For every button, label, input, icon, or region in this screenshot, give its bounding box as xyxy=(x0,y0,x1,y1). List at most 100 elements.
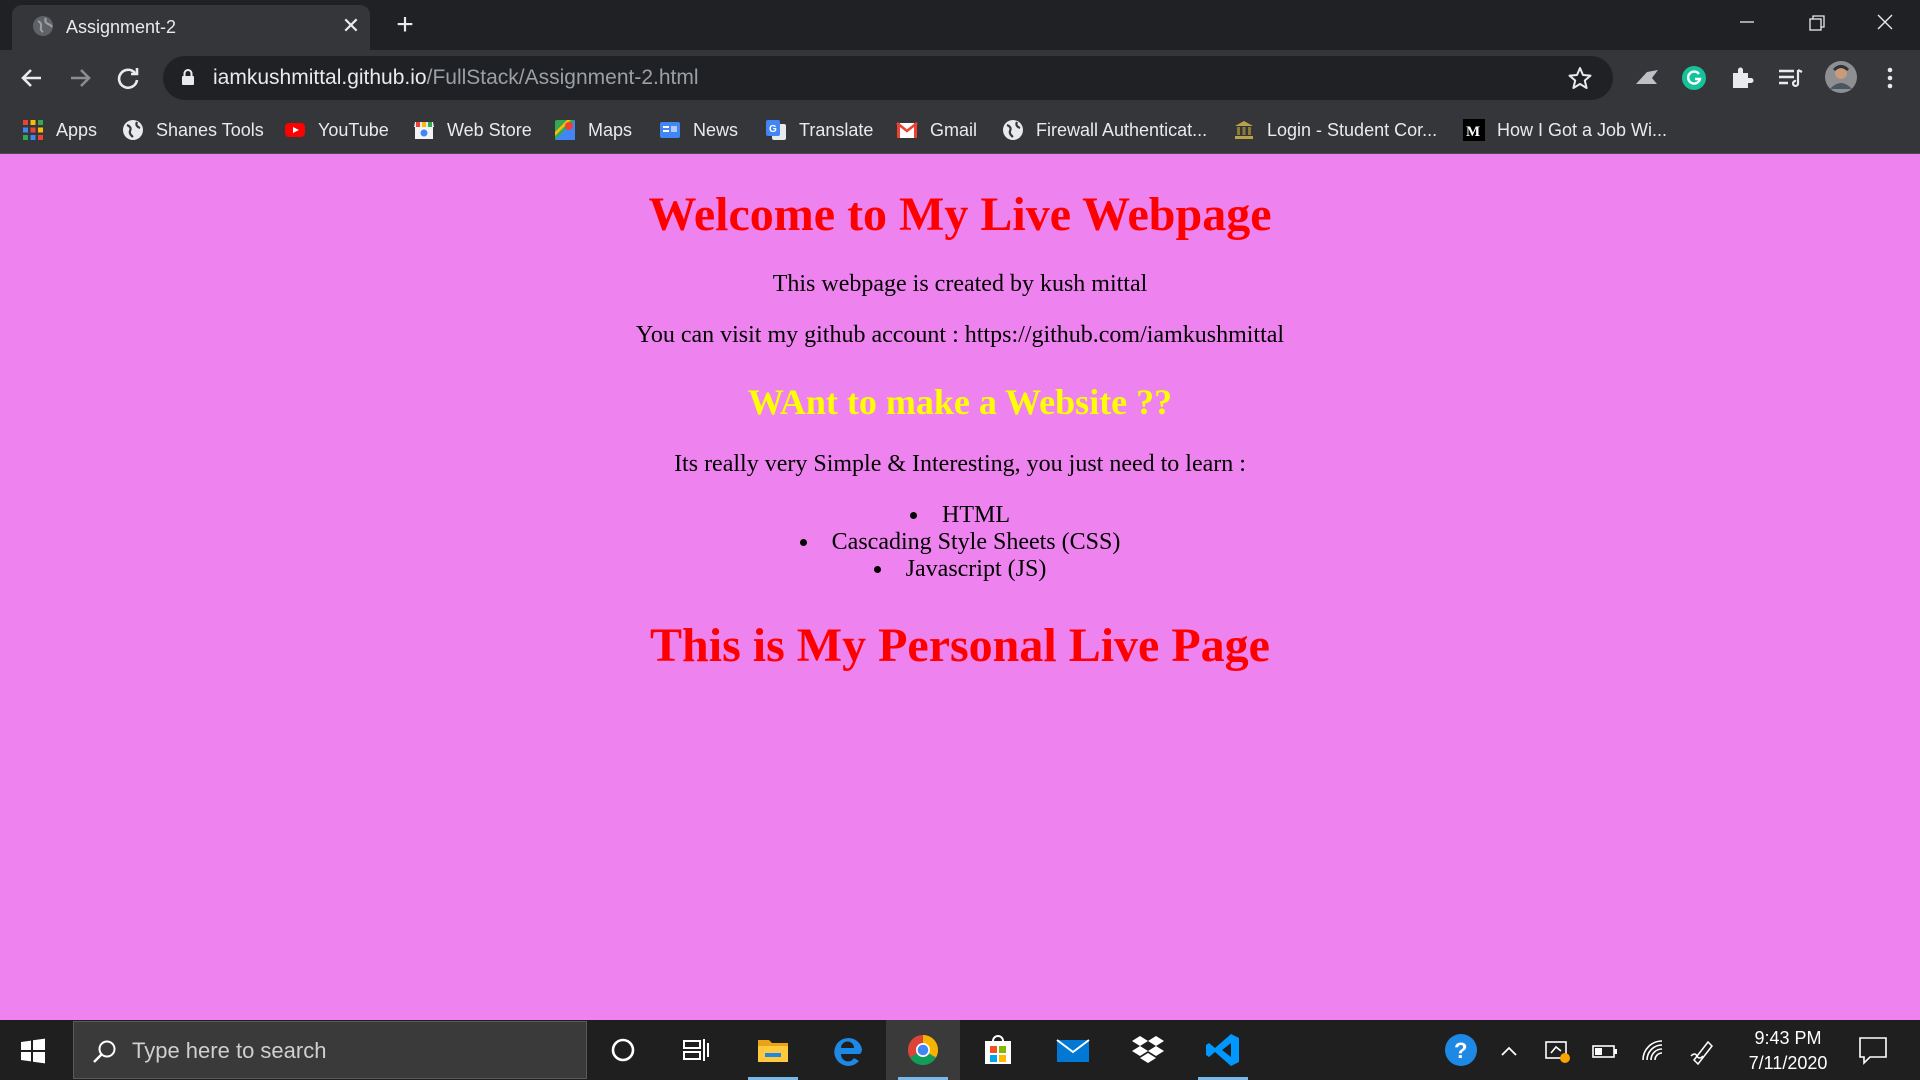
menu-kebab-icon[interactable] xyxy=(1876,64,1904,92)
restore-button[interactable] xyxy=(1792,4,1842,40)
bookmark-apps[interactable]: Apps xyxy=(22,116,97,144)
tab-assignment-2[interactable]: Assignment-2 ✕ xyxy=(12,5,370,50)
folder-icon xyxy=(758,1040,788,1062)
taskbar-search-box[interactable]: Type here to search xyxy=(73,1021,587,1079)
bookmark-label: Firewall Authenticat... xyxy=(1036,119,1208,140)
close-window-button[interactable] xyxy=(1860,4,1910,40)
dropbox-icon xyxy=(1132,1036,1164,1063)
svg-text:M: M xyxy=(1466,124,1480,140)
bookmark-label: Login - Student Cor... xyxy=(1267,119,1438,140)
edge-icon xyxy=(834,1037,862,1066)
topics-list: HTML Cascading Style Sheets (CSS) Javasc… xyxy=(0,502,1920,583)
grammarly-icon[interactable] xyxy=(1680,64,1708,92)
list-item: Cascading Style Sheets (CSS) xyxy=(0,529,1920,556)
task-view-button[interactable] xyxy=(659,1020,733,1080)
battery-icon[interactable] xyxy=(1590,1036,1620,1066)
windows-start-icon[interactable] xyxy=(20,1038,46,1064)
web-store-icon xyxy=(414,122,434,139)
help-icon[interactable]: ? xyxy=(1444,1033,1478,1067)
store-bag-icon xyxy=(985,1035,1011,1064)
extensions-puzzle-icon[interactable] xyxy=(1728,64,1756,92)
translate-icon: G xyxy=(766,120,786,140)
make-website-subheading: WAnt to make a Website ?? xyxy=(747,382,1173,422)
cortana-circle-icon xyxy=(611,1038,635,1062)
bookmark-label: YouTube xyxy=(318,119,389,140)
security-notification-icon[interactable] xyxy=(1542,1036,1572,1066)
webpage-content: Welcome to My Live Webpage This webpage … xyxy=(0,154,1920,1020)
reload-icon xyxy=(117,68,139,90)
microsoft-store-button[interactable] xyxy=(961,1020,1035,1080)
bookmark-firewall[interactable]: Firewall Authenticat... xyxy=(1002,116,1207,144)
cortana-button[interactable] xyxy=(586,1020,660,1080)
extension-bird-icon[interactable] xyxy=(1633,64,1661,92)
medium-icon: M xyxy=(1463,119,1485,141)
wifi-icon[interactable] xyxy=(1638,1036,1668,1066)
notification-center-icon[interactable] xyxy=(1856,1033,1890,1067)
media-control-icon[interactable] xyxy=(1776,64,1804,92)
gmail-icon xyxy=(896,121,918,138)
clock-time: 9:43 PM xyxy=(1754,1028,1822,1048)
url-path: /FullStack/Assignment-2.html xyxy=(426,66,699,89)
windows-taskbar: Type here to search ? 9:43 PM 7/11/2020 xyxy=(0,1020,1920,1080)
bookmark-gmail[interactable]: Gmail xyxy=(896,116,977,144)
chrome-icon xyxy=(907,1035,939,1066)
back-arrow-icon xyxy=(21,69,41,87)
page-title: Welcome to My Live Webpage xyxy=(648,188,1272,241)
bookmark-shanes-tools[interactable]: Shanes Tools xyxy=(122,116,264,144)
bookmark-label: How I Got a Job Wi... xyxy=(1497,119,1668,140)
bookmarks-bar: Apps Shanes Tools YouTube Web Store Maps xyxy=(0,106,1920,154)
svg-text:?: ? xyxy=(1454,1038,1467,1063)
lock-icon xyxy=(182,69,194,85)
vscode-icon xyxy=(1206,1034,1239,1066)
close-tab-icon[interactable]: ✕ xyxy=(338,13,364,39)
mail-icon xyxy=(1056,1039,1090,1062)
university-crest-icon xyxy=(1235,121,1253,139)
reload-button[interactable] xyxy=(110,60,146,96)
svg-text:G: G xyxy=(769,124,777,135)
tab-strip: Assignment-2 ✕ + xyxy=(0,0,1920,50)
pen-ink-icon[interactable] xyxy=(1688,1036,1718,1066)
mail-button[interactable] xyxy=(1036,1020,1110,1080)
news-icon xyxy=(660,122,680,138)
personal-page-heading: This is My Personal Live Page xyxy=(650,619,1270,672)
learn-intro-text: Its really very Simple & Interesting, yo… xyxy=(674,451,1246,477)
globe-icon xyxy=(1003,120,1023,140)
list-item: HTML xyxy=(0,502,1920,529)
youtube-icon xyxy=(285,123,305,137)
file-explorer-button[interactable] xyxy=(736,1020,810,1080)
bookmark-maps[interactable]: Maps xyxy=(554,116,632,144)
profile-avatar[interactable] xyxy=(1824,60,1858,94)
list-item: Javascript (JS) xyxy=(0,556,1920,583)
bookmark-login-student[interactable]: Login - Student Cor... xyxy=(1233,116,1437,144)
chrome-button[interactable] xyxy=(886,1020,960,1080)
new-tab-button[interactable]: + xyxy=(388,8,422,42)
minimize-button[interactable] xyxy=(1722,4,1772,40)
forward-button[interactable] xyxy=(62,60,98,96)
bookmark-web-store[interactable]: Web Store xyxy=(413,116,532,144)
github-account-text: You can visit my github account : https:… xyxy=(635,322,1285,348)
back-button[interactable] xyxy=(14,60,50,96)
address-bar[interactable]: iamkushmittal.github.io/FullStack/Assign… xyxy=(163,56,1613,100)
bookmark-news[interactable]: News xyxy=(659,116,738,144)
bookmark-label: Gmail xyxy=(930,119,978,140)
bookmark-medium-article[interactable]: M How I Got a Job Wi... xyxy=(1463,116,1667,144)
bookmark-youtube[interactable]: YouTube xyxy=(284,116,389,144)
bookmark-star-icon[interactable] xyxy=(1567,65,1593,91)
vscode-button[interactable] xyxy=(1186,1020,1260,1080)
created-by-text: This webpage is created by kush mittal xyxy=(772,271,1148,297)
bookmark-label: Apps xyxy=(56,119,98,140)
bookmark-label: Web Store xyxy=(447,119,532,140)
browser-toolbar: iamkushmittal.github.io/FullStack/Assign… xyxy=(0,50,1920,106)
taskbar-clock[interactable]: 9:43 PM 7/11/2020 xyxy=(1720,1026,1856,1076)
tab-title: Assignment-2 xyxy=(66,17,177,37)
dropbox-button[interactable] xyxy=(1111,1020,1185,1080)
forward-arrow-icon xyxy=(71,69,91,87)
url-text: iamkushmittal.github.io/FullStack/Assign… xyxy=(213,66,699,90)
edge-browser-button[interactable] xyxy=(811,1020,885,1080)
bookmark-label: Translate xyxy=(799,119,874,140)
bookmark-translate[interactable]: G Translate xyxy=(765,116,873,144)
clock-date: 7/11/2020 xyxy=(1748,1053,1828,1073)
search-icon xyxy=(93,1040,116,1063)
show-hidden-icons-icon[interactable] xyxy=(1494,1036,1524,1066)
task-view-icon xyxy=(683,1039,709,1061)
